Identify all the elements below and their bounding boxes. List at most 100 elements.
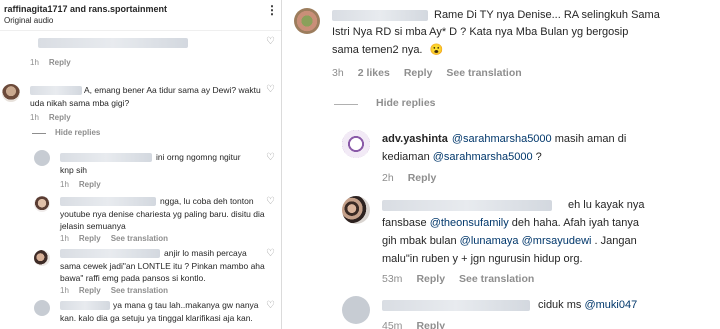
comment-text-line: ? [532, 151, 542, 163]
reply-button[interactable]: Reply [404, 67, 433, 79]
comment-text-line: fansbase [382, 217, 430, 229]
comment-text: knp sih [60, 165, 87, 175]
reply-button[interactable]: Reply [408, 172, 437, 184]
right-comment-panel: Rame Di TY nya Denise... RA selingkuh Sa… [286, 0, 720, 329]
comment-username[interactable]: adv.yashinta [382, 133, 448, 145]
comment-time: 3h [332, 67, 344, 79]
heart-icon[interactable]: ♡ [266, 152, 275, 163]
comment-text-line: gih mbak bulan [382, 235, 460, 247]
likes-count[interactable]: 2 likes [358, 67, 390, 79]
comment-time: 1h [30, 113, 39, 122]
avatar[interactable] [34, 150, 50, 166]
reply-button[interactable]: Reply [416, 320, 445, 329]
blurred-username [382, 300, 530, 311]
comment-meta: 1h Reply See translation [60, 234, 178, 243]
comment-text: Istri Nya RD si mba Ay* D ? Kata nya Mba… [332, 26, 629, 38]
comment-text: fansbase @theonsufamily deh haha. Afah i… [382, 217, 639, 229]
hide-replies-line [32, 133, 46, 134]
see-translation-button[interactable]: See translation [446, 67, 521, 79]
avatar[interactable] [34, 300, 50, 316]
surprised-emoji: 😮 [429, 44, 444, 56]
hide-replies-button[interactable]: Hide replies [376, 97, 436, 109]
blurred-username [60, 301, 110, 310]
comment-meta: 1h Reply [60, 180, 111, 189]
mention-link[interactable]: @theonsufamily [430, 217, 509, 229]
comment-text: Rame Di TY nya Denise... RA selingkuh Sa… [434, 9, 660, 21]
mention-link[interactable]: @mrsayudewi [522, 235, 592, 247]
comment-text: ciduk ms @muki047 [538, 299, 637, 311]
avatar[interactable] [2, 84, 20, 102]
comment-meta: 2h Reply [382, 172, 446, 184]
comment-time: 45m [382, 320, 403, 329]
heart-icon[interactable]: ♡ [266, 248, 275, 259]
reply-button[interactable]: Reply [79, 234, 101, 243]
left-comment-panel: raffinagita1717 and rans.sportainment Or… [0, 0, 282, 329]
avatar[interactable] [342, 296, 370, 324]
comment-text-line: masih aman di [551, 133, 627, 145]
see-translation-button[interactable]: See translation [459, 273, 534, 285]
hide-replies-button[interactable]: Hide replies [55, 128, 100, 137]
avatar[interactable] [34, 196, 50, 212]
header-divider [0, 30, 281, 31]
reply-button[interactable]: Reply [79, 180, 101, 189]
reply-button[interactable]: Reply [416, 273, 445, 285]
more-options-icon[interactable]: ⋮ [266, 3, 278, 17]
heart-icon[interactable]: ♡ [266, 300, 275, 311]
reply-button[interactable]: Reply [49, 113, 71, 122]
comment-text: kediaman @sarahmarsha5000 ? [382, 151, 542, 163]
avatar[interactable] [34, 250, 50, 266]
mention-link[interactable]: @sarahmarsha5000 [452, 133, 552, 145]
comment-time: 1h [60, 180, 69, 189]
comment-meta: 53m Reply See translation [382, 273, 544, 285]
comment-text: adv.yashinta @sarahmarsha5000 masih aman … [382, 133, 626, 145]
comment-meta: 45m Reply [382, 320, 455, 329]
comment-meta: 1h Reply See translation [60, 286, 178, 295]
comment-text: jelasin semuanya [60, 221, 126, 231]
hide-replies-line [334, 104, 358, 105]
comment-text-line: kediaman [382, 151, 433, 163]
blurred-username [382, 200, 552, 211]
comment-text: ngga, lu coba deh tonton [160, 196, 254, 206]
avatar[interactable] [342, 130, 370, 158]
comment-time: 1h [60, 286, 69, 295]
comment-text-line: . Jangan [591, 235, 637, 247]
comment-text: bawa" raffi emg pada pansos si kontlo. [60, 273, 206, 283]
blurred-username [30, 86, 82, 95]
comment-time: 1h [30, 58, 39, 67]
comment-text: ya mana g tau lah..makanya gw nanya [113, 300, 259, 310]
comment-text-line: deh haha. Afah iyah tanya [508, 217, 640, 229]
mention-link[interactable]: @lunamaya [460, 235, 519, 247]
avatar[interactable] [342, 196, 370, 224]
blurred-username [60, 249, 160, 258]
comment-text: gih mbak bulan @lunamaya @mrsayudewi . J… [382, 235, 637, 247]
audio-label[interactable]: Original audio [4, 16, 53, 25]
avatar[interactable] [294, 8, 320, 34]
comment-text-line: sama temen2 nya. [332, 44, 423, 56]
comment-meta: 3h 2 likes Reply See translation [332, 67, 532, 79]
comment-text: uda nikah sama mba gigi? [30, 98, 130, 108]
comment-text: sama cewek jadi"an LONTLE itu ? Pinkan m… [60, 261, 265, 271]
comment-meta: 1h Reply [30, 58, 81, 67]
see-translation-button[interactable]: See translation [111, 286, 168, 295]
heart-icon[interactable]: ♡ [266, 196, 275, 207]
heart-icon[interactable]: ♡ [266, 36, 275, 47]
post-author[interactable]: raffinagita1717 and rans.sportainment [4, 4, 167, 14]
comment-text: kan. kalo dia ga setuju ya tinggal klari… [60, 313, 253, 323]
mention-link[interactable]: @muki047 [584, 299, 637, 311]
comment-text-line: ciduk ms [538, 299, 585, 311]
blurred-text [38, 38, 188, 48]
comment-text: ini orng ngomng ngitur [156, 152, 241, 162]
mention-link[interactable]: @sarahmarsha5000 [433, 151, 533, 163]
comment-text: malu"in ruben y + jgn ngurusin hidup org… [382, 253, 583, 265]
reply-button[interactable]: Reply [79, 286, 101, 295]
blurred-username [60, 197, 156, 206]
comment-text: youtube nya denise chariesta yg paling b… [60, 209, 265, 219]
comment-text: eh lu kayak nya [568, 199, 645, 211]
see-translation-button[interactable]: See translation [111, 234, 168, 243]
reply-button[interactable]: Reply [49, 58, 71, 67]
heart-icon[interactable]: ♡ [266, 84, 275, 95]
comment-time: 1h [60, 234, 69, 243]
comment-text: anjir lo masih percaya [164, 248, 247, 258]
comment-meta: 1h Reply [30, 113, 81, 122]
comment-time: 53m [382, 273, 403, 285]
